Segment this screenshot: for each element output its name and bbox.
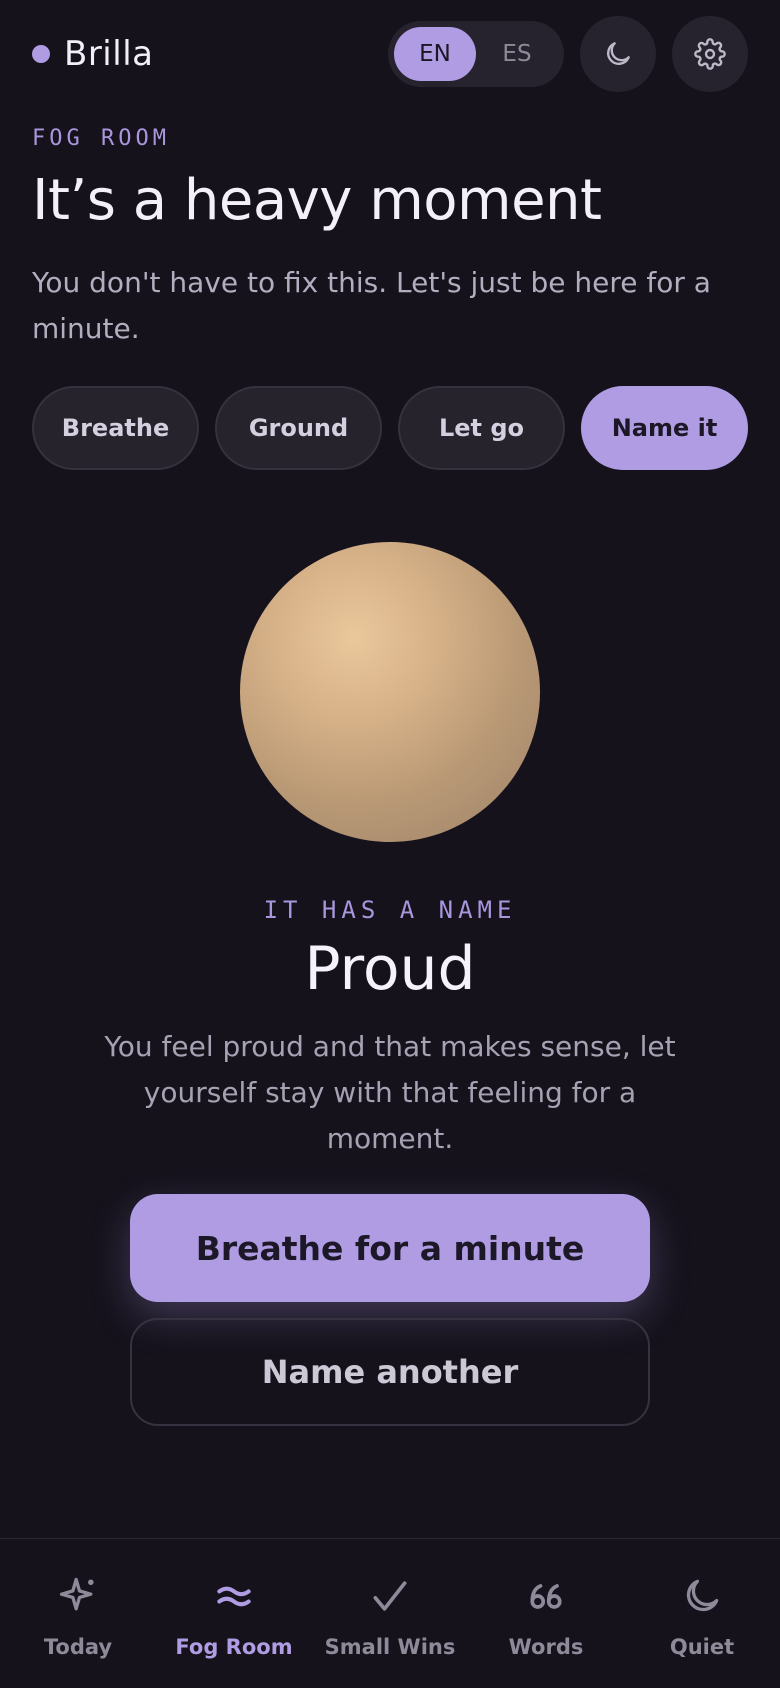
bottom-nav: Today Fog Room Small Wins Words Quiet — [0, 1538, 780, 1688]
brand: Brilla — [32, 34, 153, 74]
tab-ground[interactable]: Ground — [215, 386, 382, 470]
breathe-button[interactable]: Breathe for a minute — [130, 1194, 650, 1302]
nav-label-words: Words — [508, 1635, 584, 1659]
quote-icon — [530, 1584, 562, 1609]
nav-label-fog-room: Fog Room — [175, 1635, 293, 1659]
brand-dot-icon — [32, 45, 50, 63]
nav-item-today[interactable]: Today — [0, 1539, 156, 1688]
sparkle-icon — [59, 1577, 94, 1611]
language-option-en[interactable]: EN — [394, 27, 476, 81]
nav-item-quiet[interactable]: Quiet — [624, 1539, 780, 1688]
feeling-description: You feel proud and that makes sense, let… — [104, 1030, 676, 1155]
language-option-es[interactable]: ES — [476, 27, 558, 81]
nav-label-small-wins: Small Wins — [324, 1635, 456, 1659]
nav-label-quiet: Quiet — [669, 1635, 735, 1659]
header-actions: EN ES — [388, 16, 748, 92]
theme-toggle-button[interactable] — [580, 16, 656, 92]
language-toggle: EN ES — [388, 21, 564, 87]
settings-button[interactable] — [672, 16, 748, 92]
app-header: Brilla EN ES — [32, 16, 748, 92]
nav-item-small-wins[interactable]: Small Wins — [312, 1539, 468, 1688]
tab-breathe[interactable]: Breathe — [32, 386, 199, 470]
nav-item-fog-room[interactable]: Fog Room — [156, 1539, 312, 1688]
feeling-name: Proud — [304, 934, 476, 1004]
tab-name-it[interactable]: Name it — [581, 386, 748, 470]
check-icon — [373, 1581, 407, 1611]
page-title: It’s a heavy moment — [32, 168, 602, 233]
gear-icon — [694, 38, 726, 70]
page-subtitle: You don't have to fix this. Let's just b… — [32, 266, 711, 345]
feeling-orb — [240, 542, 540, 842]
nav-label-today: Today — [43, 1635, 113, 1659]
section-eyebrow: FOG ROOM — [32, 126, 170, 151]
mode-tabs: Breathe Ground Let go Name it — [32, 386, 748, 470]
nav-item-words[interactable]: Words — [468, 1539, 624, 1688]
moon-icon — [686, 1579, 719, 1612]
fog-room-screen: Brilla EN ES FOG ROOM It’s a heavy momen… — [0, 0, 780, 1688]
moon-icon — [607, 42, 630, 65]
tab-let-go[interactable]: Let go — [398, 386, 565, 470]
waves-icon — [217, 1586, 251, 1607]
name-another-button[interactable]: Name another — [130, 1318, 650, 1426]
brand-name: Brilla — [64, 34, 154, 74]
feeling-eyebrow: IT HAS A NAME — [263, 896, 517, 924]
